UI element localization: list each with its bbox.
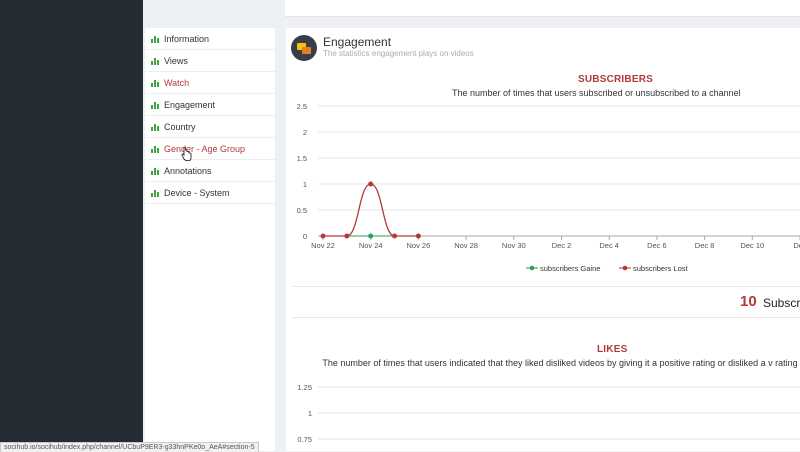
bar-chart-icon <box>151 167 160 175</box>
nav-item-gender-age-group[interactable]: Gender - Age Group <box>145 138 275 160</box>
app-sidebar <box>0 0 143 451</box>
subscriber-count-label: Subscri <box>763 296 800 310</box>
nav-item-label: Country <box>164 121 196 132</box>
hand-cursor-icon <box>181 147 192 161</box>
section-title: Engagement <box>323 35 392 49</box>
nav-item-country[interactable]: Country <box>145 116 275 138</box>
nav-item-label: Information <box>164 33 210 44</box>
section-nav: Information Views Watch Engagement Count… <box>145 28 275 451</box>
likes-chart-title: LIKES <box>597 344 628 355</box>
nav-item-views[interactable]: Views <box>145 50 275 72</box>
divider <box>292 286 800 287</box>
nav-item-annotations[interactable]: Annotations <box>145 160 275 182</box>
subscriber-count: 10 <box>740 293 757 310</box>
nav-item-device-system[interactable]: Device - System <box>145 182 275 204</box>
bar-chart-icon <box>151 79 160 87</box>
bar-chart-icon <box>151 101 160 109</box>
nav-item-information[interactable]: Information <box>145 28 275 50</box>
subscribers-chart-subtitle: The number of times that users subscribe… <box>452 88 741 98</box>
nav-item-label: Watch <box>164 77 190 88</box>
nav-item-watch[interactable]: Watch <box>145 72 275 94</box>
divider <box>292 317 800 318</box>
engagement-card: Engagement The statistics engagement pla… <box>286 28 800 451</box>
top-card-edge <box>285 0 800 17</box>
nav-item-label: Views <box>164 55 188 66</box>
bar-chart-icon <box>151 123 160 131</box>
nav-item-label: Gender - Age Group <box>164 143 246 154</box>
nav-item-label: Annotations <box>164 165 212 176</box>
bar-chart-icon <box>151 145 160 153</box>
nav-item-label: Engagement <box>164 99 216 110</box>
bar-chart-icon <box>151 35 160 43</box>
nav-item-label: Device - System <box>164 187 230 198</box>
engagement-icon <box>291 35 317 61</box>
section-subtitle: The statistics engagement plays on video… <box>323 49 474 58</box>
bar-chart-icon <box>151 57 160 65</box>
subscribers-chart-title: SUBSCRIBERS <box>578 74 653 85</box>
bar-chart-icon <box>151 189 160 197</box>
likes-chart-subtitle: The number of times that users indicated… <box>322 358 798 368</box>
nav-item-engagement[interactable]: Engagement <box>145 94 275 116</box>
